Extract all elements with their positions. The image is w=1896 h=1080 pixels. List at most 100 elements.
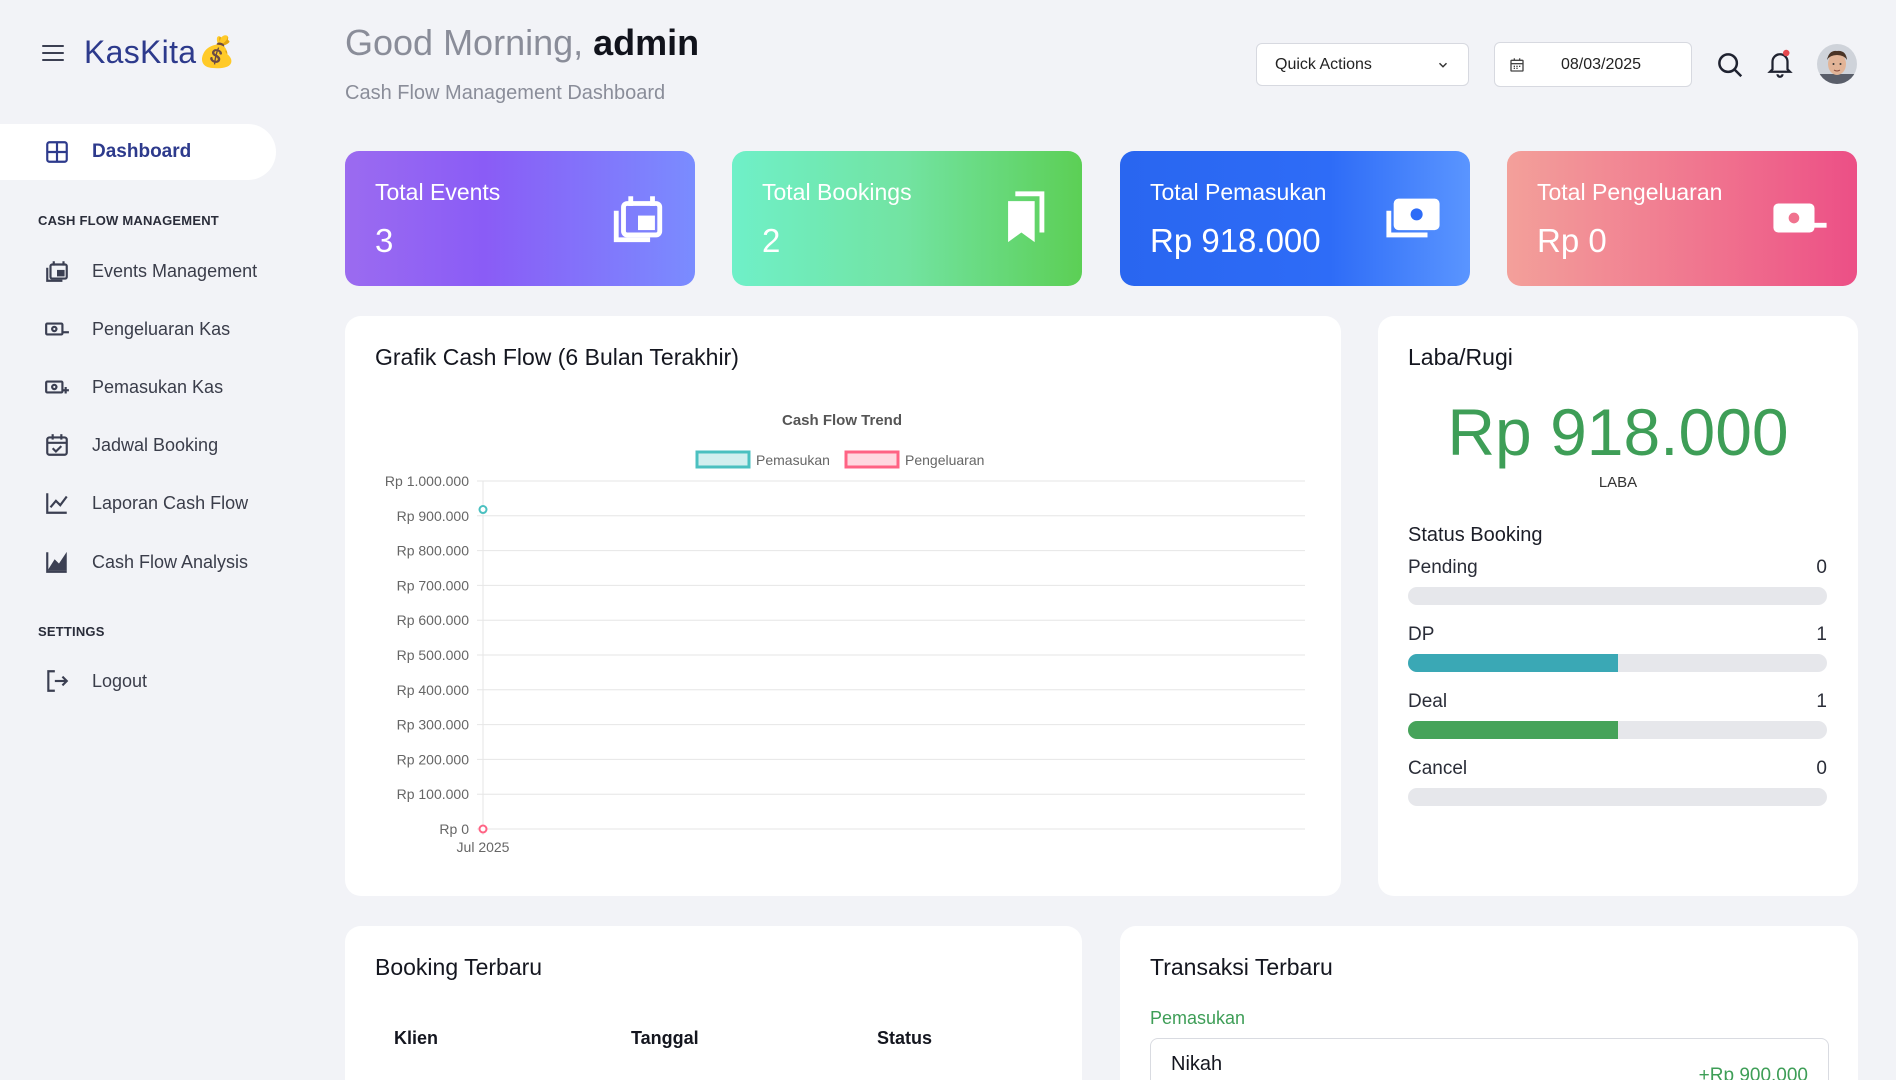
data-point-pengeluaran-0 [478,824,488,834]
sidebar-item-pemasukan[interactable]: Pemasukan Kas [44,374,223,400]
dashboard-grid-icon [44,139,70,165]
search-icon[interactable] [1715,50,1745,80]
calendar-check-icon [44,432,70,458]
status-row-dp: DP 1 [1408,624,1827,672]
legend-label-1: Pengeluaran [905,452,984,468]
calendar-icon [1510,57,1524,72]
y-tick-label-5: Rp 500.000 [397,647,470,663]
sidebar: KasKita 💰 Dashboard CASH FLOW MANAGEMENT… [0,0,296,1080]
sidebar-item-label: Events Management [92,260,258,281]
transaction-amount: +Rp 900.000 [1698,1065,1808,1080]
logout-icon [44,668,70,694]
transaksi-subheading: Pemasukan [1150,1008,1246,1028]
stat-card-bookings[interactable]: Total Bookings 2 [732,151,1082,286]
sidebar-item-logout[interactable]: Logout [44,668,147,694]
stat-card-pemasukan[interactable]: Total Pemasukan Rp 918.000 [1120,151,1470,286]
sidebar-item-pengeluaran[interactable]: Pengeluaran Kas [44,316,230,342]
laba-amount: Rp 918.000 [1447,395,1789,469]
status-progress-fill [1408,721,1618,739]
status-progress-bar [1408,721,1827,739]
panel-title: Transaksi Terbaru [1150,954,1333,980]
status-row-deal: Deal 1 [1408,691,1827,739]
sidebar-item-dashboard[interactable]: Dashboard [0,124,276,180]
cash-flow-chart: Cash Flow Trend Pemasukan Pengeluaran Rp 0 R… [385,412,1305,855]
legend-swatch-0 [695,450,751,469]
y-tick-label-7: Rp 700.000 [397,577,470,593]
bookmarks-icon [1008,191,1045,243]
quick-actions-dropdown[interactable]: Quick Actions [1256,43,1469,86]
avatar[interactable] [1817,44,1857,84]
y-tick-label-3: Rp 300.000 [397,717,470,733]
laba-label: LABA [1598,474,1638,491]
column-header-tanggal[interactable]: Tanggal [631,1028,699,1049]
status-progress-bar [1408,788,1827,806]
quick-actions-label: Quick Actions [1275,55,1372,73]
greeting-prefix: Good Morning, [345,22,584,63]
booking-terbaru-panel: Booking Terbaru Klien Tanggal Status [345,926,1082,1080]
column-header-klien[interactable]: Klien [394,1028,438,1049]
status-count: 1 [1816,624,1827,645]
date-picker[interactable]: 08/03/2025 [1494,42,1692,87]
transaction-item[interactable]: Nikah +Rp 900.000 [1150,1038,1829,1080]
transaction-name: Nikah [1171,1053,1223,1075]
panel-title: Laba/Rugi [1408,344,1513,370]
y-tick-label-1: Rp 100.000 [397,786,470,802]
status-label: DP [1408,624,1435,645]
brand-name[interactable]: KasKita [84,34,196,71]
y-tick-label-9: Rp 900.000 [397,508,470,524]
sidebar-item-label: Cash Flow Analysis [92,551,249,572]
brand: KasKita 💰 [42,34,236,71]
line-chart-icon [44,490,70,516]
status-progress-fill [1408,654,1618,672]
status-booking-title: Status Booking [1408,524,1543,546]
stat-card-events[interactable]: Total Events 3 [345,151,695,286]
x-tick-label-0: Jul 2025 [457,839,510,855]
status-label: Pending [1408,557,1478,578]
sidebar-item-label: Dashboard [92,141,192,162]
status-progress-bar [1408,587,1827,605]
status-label: Deal [1408,691,1448,712]
panel-title: Booking Terbaru [375,954,543,980]
section-label-cash-flow: CASH FLOW MANAGEMENT [38,213,219,228]
area-chart-icon [44,549,70,575]
events-icon [613,196,663,243]
laba-rugi-panel: Laba/Rugi Rp 918.000 LABA Status Booking… [1378,316,1858,896]
status-count: 1 [1816,691,1827,712]
status-progress-bar [1408,654,1827,672]
stat-card-pengeluaran[interactable]: Total Pengeluaran Rp 0 [1507,151,1857,286]
chart-title: Cash Flow Trend [782,412,902,429]
y-tick-label-0: Rp 0 [439,821,469,837]
sidebar-item-jadwal-booking[interactable]: Jadwal Booking [44,432,218,458]
data-point-pemasukan-0 [478,505,488,515]
sidebar-item-label: Laporan Cash Flow [92,492,249,513]
sidebar-item-label: Jadwal Booking [92,434,219,455]
greeting-user: admin [593,22,700,63]
legend-label-0: Pemasukan [756,452,830,468]
status-label: Cancel [1408,758,1468,779]
status-row-pending: Pending 0 [1408,557,1827,605]
chevron-down-icon [1438,62,1448,68]
section-label-settings: SETTINGS [38,624,105,639]
sidebar-item-analysis[interactable]: Cash Flow Analysis [44,549,248,575]
status-count: 0 [1816,758,1827,779]
legend-swatch-1 [844,450,900,469]
transaksi-terbaru-panel: Transaksi Terbaru Pemasukan Nikah +Rp 90… [1120,926,1858,1080]
y-tick-label-4: Rp 400.000 [397,682,470,698]
sidebar-item-events[interactable]: Events Management [44,258,257,284]
y-tick-label-10: Rp 1.000.000 [385,473,469,489]
y-tick-label-2: Rp 200.000 [397,751,470,767]
greeting: Good Morning, admin [345,22,699,64]
cash-minus-icon [1773,203,1827,233]
y-tick-label-6: Rp 600.000 [397,612,470,628]
money-bag-icon: 💰 [198,36,236,69]
sidebar-item-label: Pengeluaran Kas [92,318,231,339]
sidebar-item-laporan[interactable]: Laporan Cash Flow [44,490,248,516]
sidebar-item-label: Logout [92,670,148,691]
avatar-image [1817,44,1857,84]
menu-toggle-icon[interactable] [42,44,64,61]
column-header-status[interactable]: Status [877,1028,932,1049]
cash-flow-chart-panel: Grafik Cash Flow (6 Bulan Terakhir) Cash… [345,316,1341,896]
bell-icon[interactable] [1765,48,1795,78]
money-icon [1386,198,1440,238]
status-row-cancel: Cancel 0 [1408,758,1827,806]
